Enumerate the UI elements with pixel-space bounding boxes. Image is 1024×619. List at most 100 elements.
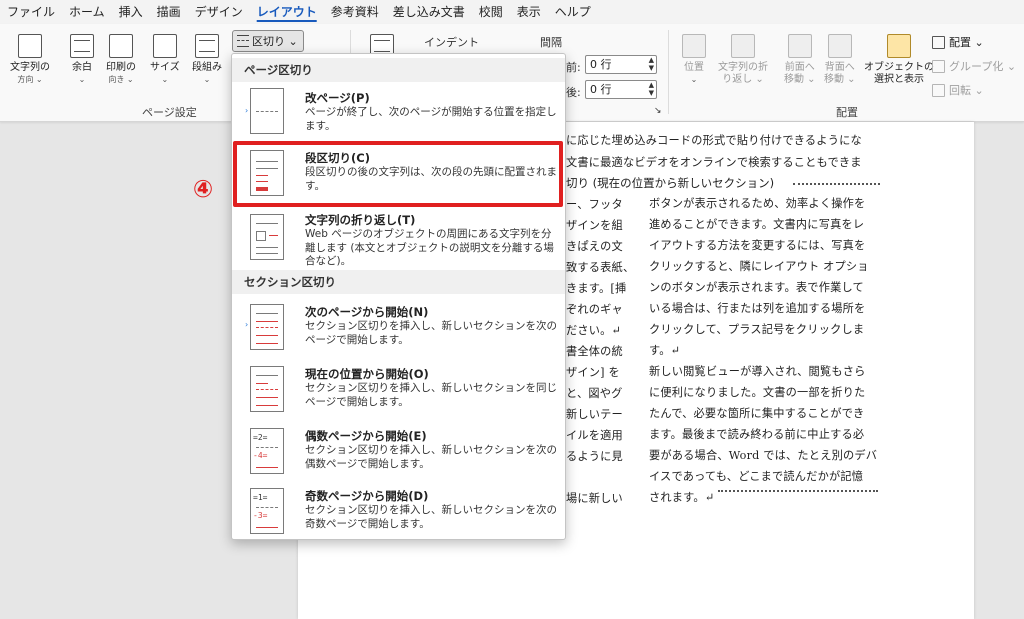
margins-icon: [70, 34, 94, 58]
tab-design[interactable]: デザイン: [188, 0, 250, 24]
doc-line: きます。[挿: [566, 282, 627, 295]
orientation-icon: [109, 34, 133, 58]
position-icon: [682, 34, 706, 58]
next-page-item[interactable]: › 次のページから開始(N) セクション区切りを挿入し、新しいセクションを次のペ…: [232, 300, 565, 360]
tab-insert[interactable]: 挿入: [112, 0, 150, 24]
menu-bar: ファイル ホーム 挿入 描画 デザイン レイアウト 参考資料 差し込み文書 校閲…: [0, 0, 1024, 24]
tab-view[interactable]: 表示: [510, 0, 548, 24]
indent-label: インデント: [424, 36, 479, 49]
doc-line: す。↵: [649, 344, 681, 357]
even-page-item[interactable]: =2= -4= 偶数ページから開始(E) セクション区切りを挿入し、新しいセクシ…: [232, 424, 565, 484]
odd-page-item[interactable]: =1= -3= 奇数ページから開始(D) セクション区切りを挿入し、新しいセクシ…: [232, 484, 565, 540]
page-breaks-header: ページ区切り: [232, 58, 565, 82]
doc-line: 書全体の統: [566, 345, 623, 358]
size-button[interactable]: サイズ ⌄: [150, 34, 180, 86]
doc-line: ださい。↵: [566, 324, 622, 337]
spacing-label: 間隔: [540, 36, 562, 49]
step-number-label: ④: [192, 175, 214, 203]
tab-mailings[interactable]: 差し込み文書: [386, 0, 472, 24]
doc-line: るように見: [566, 450, 623, 463]
section-breaks-header: セクション区切り: [232, 270, 565, 294]
doc-line: きぱえの文: [566, 240, 623, 253]
breaks-icon: [237, 35, 249, 47]
doc-line: ザイン] を: [566, 366, 620, 379]
doc-line: イルを適用: [566, 429, 623, 442]
group-button[interactable]: グループ化 ⌄: [932, 58, 1016, 74]
bring-forward-button[interactable]: 前面へ 移動 ⌄: [784, 34, 816, 86]
wrap-text-icon: [731, 34, 755, 58]
spacing-before-field[interactable]: 0 行 ▲ ▼: [585, 55, 657, 74]
spacing-after-field[interactable]: 0 行 ▲ ▼: [585, 80, 657, 99]
page-break-icon: ›: [245, 88, 284, 134]
spinner-arrows-icon[interactable]: ▲ ▼: [649, 81, 654, 97]
continuous-icon: [250, 366, 284, 412]
text-wrapping-break-item[interactable]: 文字列の折り返し(T) Web ページのオブジェクトの周囲にある文字列を分離しま…: [232, 210, 565, 267]
spinner-arrows-icon[interactable]: ▲ ▼: [649, 56, 654, 72]
doc-line: ー、フッタ: [566, 198, 623, 211]
page-setup-group-label: ページ設定: [142, 106, 197, 119]
tab-review[interactable]: 校閲: [472, 0, 510, 24]
arrange-group-label: 配置: [836, 106, 858, 119]
odd-page-icon: =1= -3=: [250, 488, 284, 534]
selection-pane-icon: [887, 34, 911, 58]
paragraph-dialog-launcher-icon[interactable]: ↘: [654, 106, 662, 116]
rotate-icon: [932, 83, 945, 97]
tab-home[interactable]: ホーム: [62, 0, 112, 24]
doc-line: と、図やグ: [566, 387, 623, 400]
ribbon-separator: [668, 30, 669, 114]
tab-draw[interactable]: 描画: [150, 0, 188, 24]
tab-file[interactable]: ファイル: [0, 0, 62, 24]
section-break-marker: [793, 183, 880, 185]
tab-references[interactable]: 参考資料: [324, 0, 386, 24]
even-page-icon: =2= -4=: [250, 428, 284, 474]
tab-layout[interactable]: レイアウト: [250, 0, 324, 24]
doc-line: 新しい閲覧ビューが導入され、閲覧もさら: [649, 365, 866, 378]
align-icon: [932, 35, 945, 49]
columns-button[interactable]: 段組み ⌄: [192, 34, 222, 86]
spacing-after-label: 後:: [566, 86, 581, 99]
wrap-text-button[interactable]: 文字列の折 り返し ⌄: [718, 34, 768, 86]
doc-line: ます。最後まで読み終わる前に中止する必: [649, 428, 865, 441]
doc-line: ンのボタンが表示されます。表で作業して: [649, 281, 864, 294]
rotate-button[interactable]: 回転 ⌄: [932, 82, 984, 98]
section-break-heading: 切り (現在の位置から新しいセクション): [566, 176, 775, 190]
doc-line: いる場合は、行または列を追加する場所を: [649, 302, 866, 315]
doc-line: 新しいテー: [566, 408, 623, 421]
send-backward-icon: [827, 34, 852, 58]
doc-line: たんで、必要な箇所に集中することができ: [649, 407, 865, 420]
doc-line: ザインを組: [566, 219, 623, 232]
spacing-before-label: 前:: [566, 61, 581, 74]
column-break-highlight: [233, 141, 563, 207]
breaks-button[interactable]: 区切り ⌄: [232, 30, 304, 52]
orientation-button[interactable]: 印刷の 向き ⌄: [106, 34, 136, 86]
bring-forward-icon: [787, 34, 812, 58]
margins-button[interactable]: 余白 ⌄: [70, 34, 94, 86]
doc-line: 進めることができます。文書内に写真をレ: [649, 218, 865, 231]
selection-pane-button[interactable]: オブジェクトの 選択と表示: [864, 34, 934, 86]
column-break-marker: [718, 490, 878, 492]
breaks-dropdown: ページ区切り › 改ページ(P) ページが終了し、次のページが開始する位置を指定…: [231, 53, 566, 540]
right-column: ボタンが表示されるため、効率よく操作を 進めることができます。文書内に写真をレ イア…: [649, 193, 881, 508]
doc-line: に応じた埋め込みコードの形式で貼り付けできるようにな: [566, 134, 862, 147]
size-icon: [152, 34, 177, 58]
send-backward-button[interactable]: 背面へ 移動 ⌄: [824, 34, 856, 86]
doc-line: 文書に最適なビデオをオンラインで検索することもできま: [566, 156, 862, 169]
group-icon: [932, 59, 945, 73]
text-direction-icon: [18, 34, 42, 58]
doc-line: ボタンが表示されるため、効率よく操作を: [649, 197, 866, 210]
doc-line: 致する表紙、: [566, 261, 635, 274]
position-button[interactable]: 位置 ⌄: [682, 34, 706, 86]
align-button[interactable]: 配置 ⌄: [932, 34, 984, 50]
text-wrapping-break-icon: [250, 214, 284, 260]
doc-line: クリックして、プラス記号をクリックしま: [649, 323, 865, 336]
doc-line: クリックすると、隣にレイアウト オプショ: [649, 260, 869, 273]
page-break-item[interactable]: › 改ページ(P) ページが終了し、次のページが開始する位置を指定します。: [232, 86, 565, 142]
doc-line: 場に新しい: [566, 492, 623, 505]
next-page-icon: ›: [245, 304, 284, 350]
doc-line: に便利になりました。文書の一部を折りた: [649, 386, 866, 399]
doc-line: 要がある場合、Word では、たとえ別のデバ: [649, 449, 878, 462]
doc-line: ぞれのギャ: [566, 303, 623, 316]
continuous-item[interactable]: 現在の位置から開始(O) セクション区切りを挿入し、新しいセクションを同じページ…: [232, 362, 565, 422]
tab-help[interactable]: ヘルプ: [548, 0, 598, 24]
text-direction-button[interactable]: 文字列の 方向 ⌄: [10, 34, 50, 86]
